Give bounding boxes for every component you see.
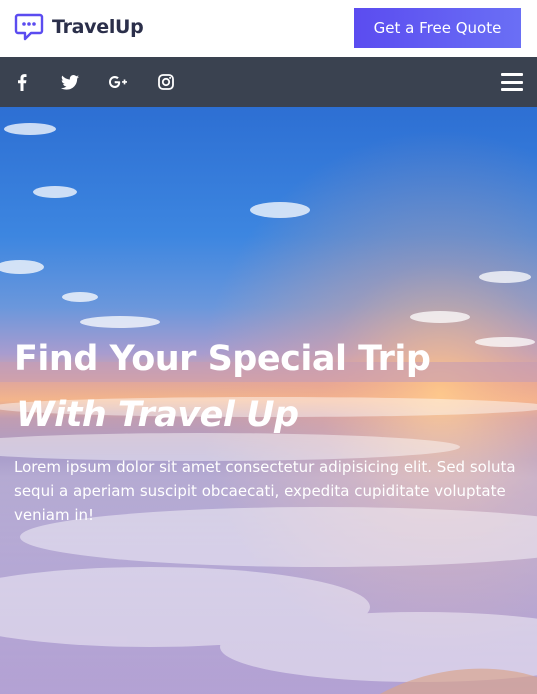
social-bar bbox=[0, 57, 537, 107]
hero-title-line1: Find Your Special Trip bbox=[14, 339, 431, 379]
facebook-icon[interactable] bbox=[12, 72, 32, 92]
hero-title-line2: With Travel Up bbox=[16, 395, 299, 435]
menu-bar bbox=[501, 80, 523, 84]
menu-bar bbox=[501, 73, 523, 76]
site-header: TravelUp Get a Free Quote bbox=[0, 0, 537, 57]
brand-logo[interactable]: TravelUp bbox=[14, 12, 144, 42]
hamburger-menu-icon[interactable] bbox=[501, 71, 523, 93]
chat-bubble-icon bbox=[14, 13, 44, 41]
instagram-icon[interactable] bbox=[156, 72, 176, 92]
menu-bar bbox=[501, 88, 523, 91]
hero-section: Find Your Special Trip With Travel Up Lo… bbox=[0, 107, 537, 694]
google-plus-icon[interactable] bbox=[108, 72, 128, 92]
hero-description: Lorem ipsum dolor sit amet consectetur a… bbox=[14, 458, 516, 524]
get-quote-button[interactable]: Get a Free Quote bbox=[354, 8, 521, 48]
brand-name: TravelUp bbox=[52, 16, 144, 38]
twitter-icon[interactable] bbox=[60, 72, 80, 92]
